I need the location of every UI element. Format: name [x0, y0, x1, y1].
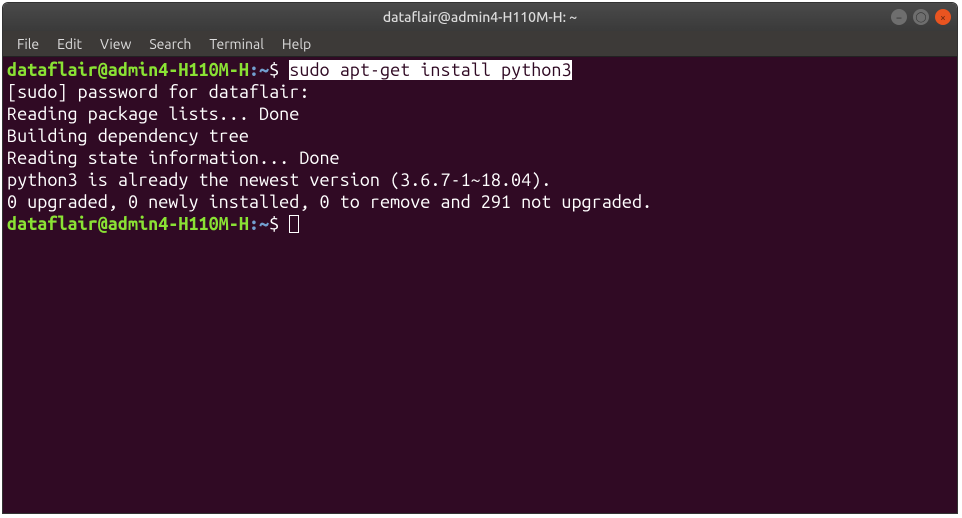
close-icon: ×: [940, 12, 946, 23]
window-titlebar: dataflair@admin4-H110M-H: ~ – ◯ ×: [3, 3, 957, 31]
close-button[interactable]: ×: [935, 9, 951, 25]
prompt-symbol-2: $: [269, 214, 279, 234]
menubar: File Edit View Search Terminal Help: [3, 31, 957, 57]
menu-search[interactable]: Search: [141, 34, 199, 54]
minimize-icon: –: [897, 12, 902, 23]
window-controls: – ◯ ×: [891, 9, 951, 25]
prompt-symbol: $: [269, 60, 279, 80]
window-title: dataflair@admin4-H110M-H: ~: [3, 9, 957, 25]
output-line-1: Reading package lists... Done: [7, 104, 299, 124]
menu-help[interactable]: Help: [274, 34, 319, 54]
maximize-button[interactable]: ◯: [913, 9, 929, 25]
output-line-2: Building dependency tree: [7, 126, 249, 146]
menu-terminal[interactable]: Terminal: [201, 34, 272, 54]
output-line-5: 0 upgraded, 0 newly installed, 0 to remo…: [7, 192, 652, 212]
cursor-icon: [289, 215, 299, 233]
prompt-user-host-2: dataflair@admin4-H110M-H: [7, 214, 249, 234]
maximize-icon: ◯: [915, 11, 926, 23]
menu-view[interactable]: View: [92, 34, 139, 54]
minimize-button[interactable]: –: [891, 9, 907, 25]
menu-file[interactable]: File: [9, 34, 47, 54]
output-line-0: [sudo] password for dataflair:: [7, 82, 309, 102]
terminal-window: dataflair@admin4-H110M-H: ~ – ◯ × File E…: [2, 2, 958, 514]
output-line-4: python3 is already the newest version (3…: [7, 170, 551, 190]
command-highlighted: sudo apt-get install python3: [289, 60, 571, 80]
prompt-path-2: ~: [259, 214, 269, 234]
output-line-3: Reading state information... Done: [7, 148, 340, 168]
prompt-path: ~: [259, 60, 269, 80]
prompt-separator: :: [249, 60, 259, 80]
terminal-area[interactable]: dataflair@admin4-H110M-H:~$ sudo apt-get…: [3, 57, 957, 513]
prompt-separator-2: :: [249, 214, 259, 234]
prompt-user-host: dataflair@admin4-H110M-H: [7, 60, 249, 80]
menu-edit[interactable]: Edit: [49, 34, 90, 54]
